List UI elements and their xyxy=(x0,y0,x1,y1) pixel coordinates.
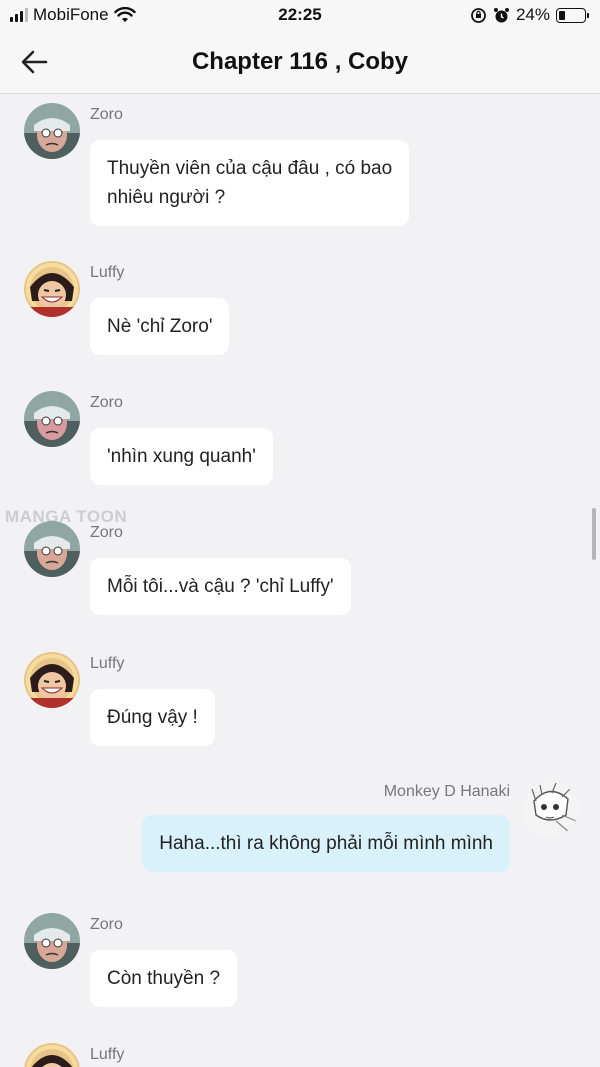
battery-icon xyxy=(556,7,589,23)
message-bubble[interactable]: Còn thuyền ? xyxy=(90,950,238,1007)
watermark: MANGA TOON xyxy=(5,507,128,526)
zoro-avatar[interactable] xyxy=(24,391,80,447)
sender-name: Zoro xyxy=(90,394,123,411)
sender-name: Luffy xyxy=(90,264,125,281)
sender-name: Zoro xyxy=(90,106,123,123)
zoro-avatar[interactable] xyxy=(24,913,80,969)
lock-rotation-icon xyxy=(471,7,486,23)
nav-bar: Chapter 116 , Coby xyxy=(0,32,600,94)
zoro-avatar[interactable] xyxy=(24,103,80,159)
sender-name: Luffy xyxy=(90,1046,125,1063)
message-bubble[interactable]: 'nhìn xung quanh' xyxy=(90,428,273,485)
status-bar: MobiFone 22:25 24% xyxy=(0,0,600,32)
message-bubble[interactable]: Nè 'chỉ Zoro' xyxy=(90,298,230,355)
sender-name: Luffy xyxy=(90,655,125,672)
alarm-icon xyxy=(493,7,509,22)
sender-name: Zoro xyxy=(90,916,123,933)
luffy-avatar[interactable] xyxy=(24,1043,80,1067)
scrollbar-thumb[interactable] xyxy=(592,508,596,560)
message-bubble[interactable]: Đúng vậy ! xyxy=(90,689,215,746)
message-bubble[interactable]: Mỗi tôi...và cậu ? 'chỉ Luffy' xyxy=(90,558,351,615)
luffy-avatar[interactable] xyxy=(24,261,80,317)
own-message-bubble[interactable]: Haha...thì ra không phải mỗi mình mình xyxy=(142,815,510,872)
zoro-avatar[interactable] xyxy=(24,521,80,577)
status-right: 24% xyxy=(470,5,589,25)
message-bubble[interactable]: Thuyền viên của cậu đâu , có bao nhiêu n… xyxy=(90,140,410,226)
sender-name: Monkey D Hanaki xyxy=(383,783,510,800)
luffy-avatar[interactable] xyxy=(24,652,80,708)
chat-list[interactable]: Zoro Thuyền viên của cậu đâu , có bao nh… xyxy=(0,94,600,1067)
user-avatar[interactable] xyxy=(522,781,578,837)
chapter-title: Chapter 116 , Coby xyxy=(191,48,409,75)
battery-percent: 24% xyxy=(515,5,550,24)
